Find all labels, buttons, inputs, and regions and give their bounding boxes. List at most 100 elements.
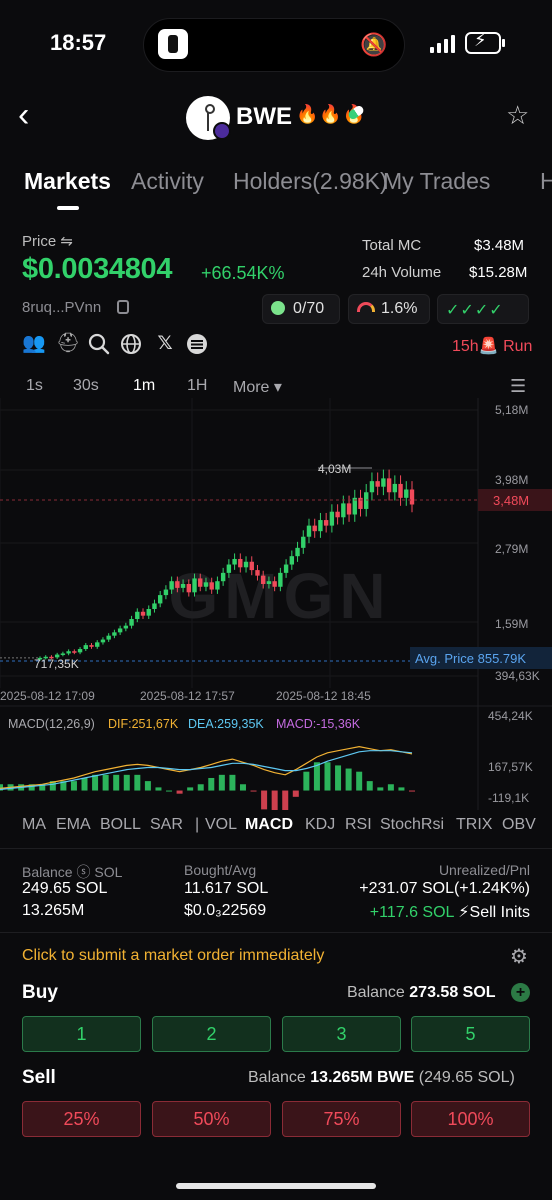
chart-settings-icon[interactable]: ☰ <box>510 376 526 397</box>
x-icon[interactable]: 𝕏 <box>154 333 176 355</box>
token-name: BWE <box>236 103 292 130</box>
sell-button-50[interactable]: 50% <box>152 1101 271 1137</box>
sell-inits-button[interactable]: Sell Inits <box>470 904 530 921</box>
candle <box>203 582 209 587</box>
macd-bar <box>70 781 77 791</box>
candle <box>283 564 289 573</box>
globe-icon[interactable] <box>120 333 142 355</box>
indicator-tab-trix[interactable]: TRIX <box>456 816 492 834</box>
candle <box>100 639 106 643</box>
macd-bar <box>166 790 173 792</box>
sell-button-75[interactable]: 75% <box>282 1101 401 1137</box>
candle <box>398 483 403 498</box>
macd-bar <box>387 784 394 791</box>
buy-button-2[interactable]: 2 <box>152 1016 271 1052</box>
price-tick-label: 5,18M <box>495 403 528 417</box>
add-funds-icon[interactable]: + <box>511 983 530 1002</box>
candle <box>312 525 317 532</box>
star-outline-icon[interactable]: ☆ <box>506 100 529 131</box>
indicator-tab-macd[interactable]: MACD <box>245 816 293 834</box>
copy-icon[interactable] <box>117 300 129 314</box>
tab-holders[interactable]: Holders(2.98K) <box>233 168 388 195</box>
macd-bar <box>303 771 310 791</box>
macd-panel <box>0 745 415 810</box>
candle <box>198 578 203 587</box>
macd-bar <box>356 771 363 791</box>
sell-button-25[interactable]: 25% <box>22 1101 141 1137</box>
indicator-tab-rsi[interactable]: RSI <box>345 816 372 834</box>
candle <box>186 583 191 593</box>
buy-button-1[interactable]: 1 <box>22 1016 141 1052</box>
timeframe-1s[interactable]: 1s <box>26 377 43 395</box>
timeframe-more[interactable]: More ▾ <box>233 377 282 397</box>
sell-button-100[interactable]: 100% <box>411 1101 530 1137</box>
stack-icon[interactable] <box>186 333 208 355</box>
search-icon[interactable] <box>88 333 110 355</box>
avg-price-label: Avg. Price 855.79K <box>415 651 526 666</box>
indicator-tab-sar[interactable]: SAR <box>150 816 183 834</box>
macd-tick-label: -119,1K <box>488 791 529 805</box>
price-label[interactable]: Price ⇋ <box>22 232 73 250</box>
indicator-tab-vol[interactable]: VOL <box>205 816 237 834</box>
buy-button-3[interactable]: 3 <box>282 1016 401 1052</box>
timeframe-30s[interactable]: 30s <box>73 377 99 395</box>
total-mc-value: $3.48M <box>474 237 525 254</box>
candle <box>272 581 277 587</box>
buy-button-5[interactable]: 5 <box>411 1016 530 1052</box>
macd-bar <box>335 765 342 791</box>
time-tick-label: 2025-08-12 17:57 <box>140 689 235 703</box>
candle <box>369 481 375 493</box>
tab-markets[interactable]: Markets <box>24 168 111 195</box>
macd-legend-dea: DEA:259,35K <box>188 717 264 731</box>
macd-bar <box>271 790 278 810</box>
gear-icon[interactable]: ⚙ <box>510 944 528 969</box>
run-text: Run <box>503 338 533 355</box>
balance-sol: 249.65 SOL <box>22 880 108 897</box>
macd-bar <box>176 790 183 794</box>
gauge-chip[interactable]: 1.6% <box>348 294 430 324</box>
candle <box>261 575 266 584</box>
balance-label: Balance ⓢ SOL <box>22 864 123 880</box>
candle <box>381 478 386 487</box>
timeframe-1h[interactable]: 1H <box>187 377 207 395</box>
macd-bar <box>250 790 257 792</box>
time-tick-label: 2025-08-12 18:45 <box>276 689 371 703</box>
sell-title: Sell <box>22 1067 56 1088</box>
indicator-tab-ma[interactable]: MA <box>22 816 46 834</box>
indicator-tab-obv[interactable]: OBV <box>502 816 536 834</box>
indicator-tab-ema[interactable]: EMA <box>56 816 91 834</box>
chevron-left-icon[interactable]: ‹ <box>18 98 29 132</box>
timeframe-1m[interactable]: 1m <box>133 377 155 395</box>
macd-bar <box>377 787 384 791</box>
contract-address[interactable]: 8ruq...PVnn <box>22 299 101 316</box>
divider <box>0 848 552 849</box>
macd-bar <box>366 781 373 791</box>
tab-more[interactable]: H <box>540 168 552 195</box>
price-tick-label: 2,79M <box>495 542 528 556</box>
price-chart[interactable]: GMGN 3,48M Avg. Price 855.79K 4,03M 717,… <box>0 398 552 810</box>
status-time: 18:57 <box>50 30 107 55</box>
candle <box>95 642 100 647</box>
gauge-chip-value: 1.6% <box>381 300 418 317</box>
candle <box>77 649 83 653</box>
people-icon[interactable]: 👥 <box>22 333 46 355</box>
indicator-tab-kdj[interactable]: KDJ <box>305 816 335 834</box>
signal-icon <box>430 35 456 53</box>
run-badge[interactable]: 15h🚨 Run <box>452 336 532 356</box>
pnl-sol: +117.6 SOL <box>369 904 454 921</box>
checks-chip[interactable]: ✓✓✓✓ <box>437 294 529 324</box>
candle <box>404 489 409 498</box>
indicator-tab-stochrsi[interactable]: StochRsi <box>380 816 444 834</box>
tab-my-trades[interactable]: My Trades <box>383 168 490 195</box>
candle <box>146 608 151 616</box>
price-value: $0.0034804 <box>22 253 173 285</box>
tab-activity[interactable]: Activity <box>131 168 204 195</box>
candle <box>192 578 197 593</box>
total-mc-label: Total MC <box>362 237 422 254</box>
bought-label: Bought/Avg <box>184 862 257 878</box>
holders-chip[interactable]: 0/70 <box>262 294 340 324</box>
candle <box>152 603 157 609</box>
bot-icon[interactable]: ⛑ <box>56 333 80 355</box>
pnl-row: +117.6 SOL ⚡Sell Inits <box>370 902 530 922</box>
indicator-tab-boll[interactable]: BOLL <box>100 816 141 834</box>
